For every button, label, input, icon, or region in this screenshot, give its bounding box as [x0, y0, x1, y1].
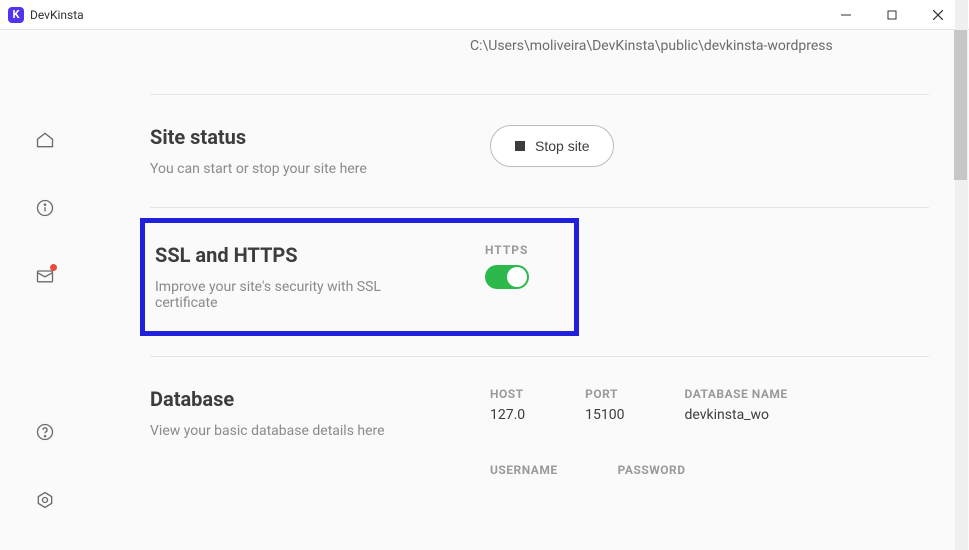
sidebar	[0, 30, 90, 550]
site-status-title: Site status	[150, 125, 450, 149]
toggle-knob	[507, 267, 527, 287]
maximize-button[interactable]	[869, 0, 915, 30]
stop-site-label: Stop site	[535, 138, 589, 154]
ssl-desc: Improve your site's security with SSL ce…	[155, 279, 445, 311]
minimize-button[interactable]	[823, 0, 869, 30]
db-port-label: PORT	[585, 387, 624, 401]
https-toggle[interactable]	[485, 265, 529, 289]
db-user-label: USERNAME	[490, 463, 558, 477]
scrollbar-thumb[interactable]	[954, 30, 967, 180]
https-label: HTTPS	[485, 243, 529, 257]
help-icon[interactable]	[35, 422, 55, 442]
mail-icon[interactable]	[35, 266, 55, 286]
site-status-desc: You can start or stop your site here	[150, 161, 450, 177]
database-title: Database	[150, 387, 450, 411]
titlebar: K DevKinsta	[0, 0, 969, 30]
site-path: C:\Users\moliveira\DevKinsta\public\devk…	[110, 30, 929, 94]
database-desc: View your basic database details here	[150, 423, 450, 439]
stop-icon	[515, 141, 525, 151]
home-icon[interactable]	[35, 130, 55, 150]
db-host-value: 127.0	[490, 407, 525, 423]
app-title: DevKinsta	[30, 8, 84, 22]
settings-icon[interactable]	[35, 490, 55, 510]
db-name-label: DATABASE NAME	[685, 387, 788, 401]
info-icon[interactable]	[35, 198, 55, 218]
db-host-label: HOST	[490, 387, 525, 401]
notification-dot	[50, 264, 57, 271]
app-icon: K	[8, 7, 24, 23]
stop-site-button[interactable]: Stop site	[490, 125, 614, 167]
db-pass-label: PASSWORD	[618, 463, 686, 477]
scrollbar-track[interactable]	[955, 0, 968, 550]
db-name-value: devkinsta_wo	[685, 407, 788, 423]
db-port-value: 15100	[585, 407, 624, 423]
ssl-highlight: SSL and HTTPS Improve your site's securi…	[140, 218, 579, 336]
site-status-section: Site status You can start or stop your s…	[150, 94, 929, 207]
ssl-title: SSL and HTTPS	[155, 243, 445, 267]
database-section: Database View your basic database detail…	[150, 356, 929, 507]
content-area: C:\Users\moliveira\DevKinsta\public\devk…	[90, 30, 969, 550]
